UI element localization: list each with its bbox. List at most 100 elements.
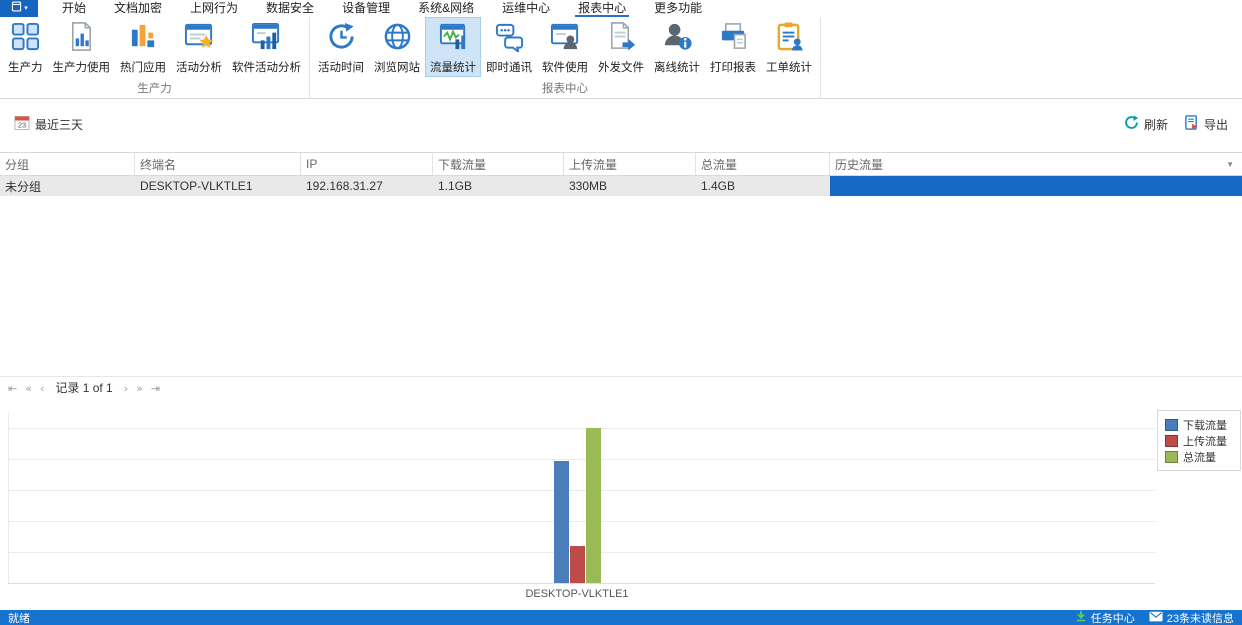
legend-item: 上传流量 — [1165, 433, 1240, 449]
legend-item: 总流量 — [1165, 449, 1240, 465]
printer-icon — [718, 21, 749, 59]
ribbon-item-label: 活动分析 — [176, 59, 222, 75]
pager-prev-button[interactable]: ‹ — [36, 382, 48, 395]
column-filter-caret-icon[interactable]: ▼ — [1226, 160, 1234, 169]
column-header-label: 历史流量 — [835, 156, 883, 173]
ribbon-item[interactable]: 生产力 — [3, 17, 48, 77]
column-header-1[interactable]: 终端名 — [135, 153, 301, 175]
ribbon-item[interactable]: 活动时间 — [313, 17, 369, 77]
ribbon-item[interactable]: 工单统计 — [761, 17, 817, 77]
grid-icon — [10, 21, 41, 59]
pager-next-button[interactable]: › — [120, 382, 132, 395]
doc-arrow-icon — [606, 21, 637, 59]
date-filter-button[interactable]: 23 最近三天 — [14, 115, 83, 134]
ribbon-group-0: 生产力生产力使用热门应用活动分析软件活动分析生产力 — [0, 17, 310, 98]
chart-gridline — [8, 459, 1155, 460]
ribbon-item[interactable]: 外发文件 — [593, 17, 649, 77]
filter-toolbar: 23 最近三天 刷新 导出 — [0, 100, 1242, 148]
column-header-4[interactable]: 上传流量 — [564, 153, 696, 175]
window-star-icon — [184, 21, 215, 59]
ribbon-item-label: 打印报表 — [710, 59, 756, 75]
pager-right-buttons: ›»⇥ — [120, 381, 164, 395]
pager-first-page-button[interactable]: ⇤ — [4, 382, 21, 395]
window-user-icon — [550, 21, 581, 59]
export-button[interactable]: 导出 — [1184, 115, 1228, 133]
column-header-5[interactable]: 总流量 — [696, 153, 830, 175]
ribbon-item[interactable]: 即时通讯 — [481, 17, 537, 77]
ribbon-group-label: 报表中心 — [313, 81, 817, 98]
ribbon-item[interactable]: 浏览网站 — [369, 17, 425, 77]
envelope-icon — [1149, 611, 1163, 625]
chat-icon — [494, 21, 525, 59]
pager-last-page-button[interactable]: ⇥ — [147, 382, 164, 395]
table-cell: 1.4GB — [696, 176, 830, 196]
ribbon-item-label: 浏览网站 — [374, 59, 420, 75]
legend-item: 下载流量 — [1165, 417, 1240, 433]
legend-label: 上传流量 — [1183, 433, 1227, 449]
ribbon-item[interactable]: 生产力使用 — [48, 17, 116, 77]
menu-tab-5[interactable]: 系统&网络 — [404, 0, 488, 17]
chart-bar-下载流量 — [554, 461, 569, 583]
menu-tab-0[interactable]: 开始 — [48, 0, 100, 17]
refresh-label: 刷新 — [1144, 116, 1168, 133]
calendar-icon: 23 — [14, 115, 30, 134]
ribbon-item-label: 热门应用 — [120, 59, 166, 75]
download-arrow-icon — [1075, 610, 1087, 625]
column-header-0[interactable]: 分组 — [0, 153, 135, 175]
ribbon-item[interactable]: 软件活动分析 — [227, 17, 306, 77]
traffic-wave-icon — [438, 21, 469, 59]
user-info-icon — [662, 21, 693, 59]
ribbon-item[interactable]: 热门应用 — [115, 17, 171, 77]
table-row[interactable]: 未分组DESKTOP-VLKTLE1192.168.31.271.1GB330M… — [0, 176, 1242, 196]
task-center-button[interactable]: 任务中心 — [1075, 610, 1135, 625]
ribbon-item[interactable]: 打印报表 — [705, 17, 761, 77]
ribbon-item-label: 流量统计 — [430, 59, 476, 75]
pager-fast-next-button[interactable]: » — [132, 382, 147, 395]
chart-gridline — [8, 428, 1155, 429]
ribbon-item[interactable]: 离线统计 — [649, 17, 705, 77]
doc-chart-icon — [66, 21, 97, 59]
menu-tab-3[interactable]: 数据安全 — [252, 0, 328, 17]
pager-fast-prev-button[interactable]: « — [21, 382, 36, 395]
pager: ⇤«‹ 记录 1 of 1 ›»⇥ — [0, 376, 1242, 398]
legend-swatch — [1165, 419, 1178, 431]
menu-tab-6[interactable]: 运维中心 — [488, 0, 564, 17]
ribbon-item[interactable]: 软件使用 — [537, 17, 593, 77]
legend-swatch — [1165, 451, 1178, 463]
column-header-2[interactable]: IP — [301, 153, 433, 175]
date-filter-label: 最近三天 — [35, 116, 83, 133]
column-header-3[interactable]: 下载流量 — [433, 153, 564, 175]
chart-category-label: DESKTOP-VLKTLE1 — [477, 588, 677, 600]
ribbon-item-label: 活动时间 — [318, 59, 364, 75]
menu-tab-7[interactable]: 报表中心 — [564, 0, 640, 17]
ribbon-item-label: 即时通讯 — [486, 59, 532, 75]
chart-bar-上传流量 — [570, 546, 585, 583]
ribbon: 生产力生产力使用热门应用活动分析软件活动分析生产力活动时间浏览网站流量统计即时通… — [0, 17, 1242, 99]
menu-tab-4[interactable]: 设备管理 — [328, 0, 404, 17]
column-header-label: 分组 — [5, 156, 29, 173]
status-ready-label: 就绪 — [8, 610, 30, 625]
table-body: 未分组DESKTOP-VLKTLE1192.168.31.271.1GB330M… — [0, 176, 1242, 196]
ribbon-item[interactable]: 活动分析 — [171, 17, 227, 77]
app-window: ▾ 开始文档加密上网行为数据安全设备管理系统&网络运维中心报表中心更多功能 生产… — [0, 0, 1242, 625]
unread-messages-button[interactable]: 23条未读信息 — [1149, 610, 1234, 625]
table-cell: DESKTOP-VLKTLE1 — [135, 176, 301, 196]
refresh-icon — [1124, 115, 1139, 133]
ribbon-item-label: 生产力 — [8, 59, 43, 75]
column-header-label: 终端名 — [140, 156, 176, 173]
ribbon-item[interactable]: 流量统计 — [425, 17, 481, 77]
traffic-table: 分组 终端名 IP 下载流量上传流量总流量历史流量 ▼ 未分组DESKTOP-VLKTL… — [0, 152, 1242, 196]
export-label: 导出 — [1204, 116, 1228, 133]
refresh-button[interactable]: 刷新 — [1124, 115, 1168, 133]
status-bar: 就绪 任务中心 23条未读信息 — [0, 610, 1242, 625]
pager-record-label: 记录 1 of 1 — [55, 379, 112, 396]
app-menu-button[interactable]: ▾ — [0, 0, 38, 17]
history-traffic-bar — [830, 176, 1242, 196]
column-header-label: IP — [306, 157, 317, 171]
chevron-down-icon: ▾ — [24, 5, 28, 12]
menu-tab-8[interactable]: 更多功能 — [640, 0, 716, 17]
menu-tab-1[interactable]: 文档加密 — [100, 0, 176, 17]
chart-legend: 下载流量上传流量总流量 — [1157, 410, 1241, 471]
column-header-6[interactable]: 历史流量 ▼ — [830, 153, 1242, 175]
menu-tab-2[interactable]: 上网行为 — [176, 0, 252, 17]
